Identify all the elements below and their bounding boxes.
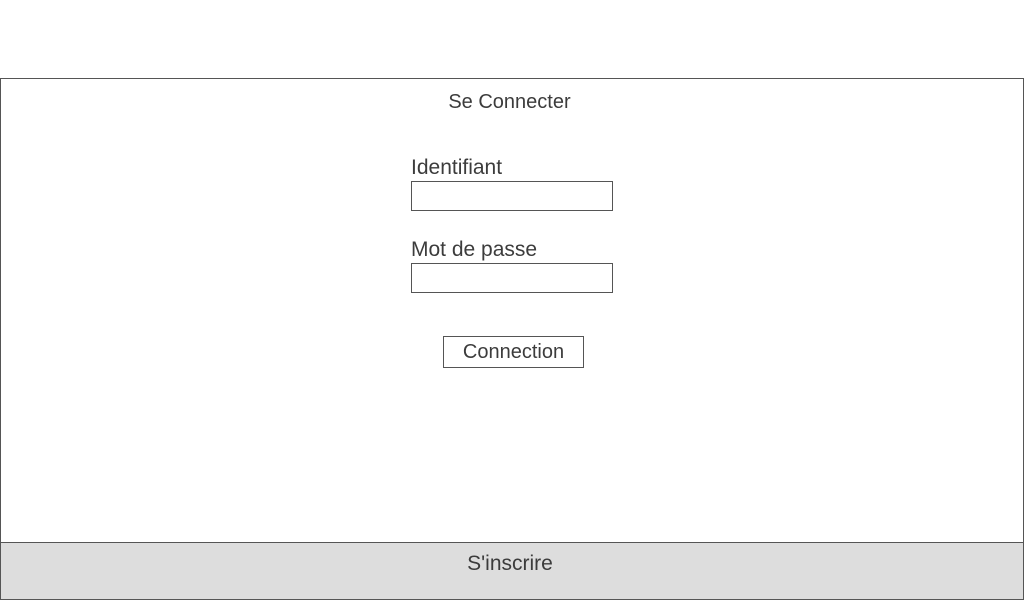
password-label: Mot de passe (411, 238, 538, 261)
page-title: Se Connecter (448, 91, 571, 113)
signup-label: S'inscrire (467, 552, 553, 575)
signup-button[interactable]: S'inscrire (0, 542, 1024, 600)
connection-button[interactable]: Connection (443, 336, 584, 368)
password-input[interactable] (411, 263, 613, 293)
username-input[interactable] (411, 181, 613, 211)
login-panel: Se Connecter Identifiant Mot de passe Co… (0, 78, 1024, 544)
username-label: Identifiant (411, 156, 503, 179)
top-blank-area (0, 0, 1024, 78)
